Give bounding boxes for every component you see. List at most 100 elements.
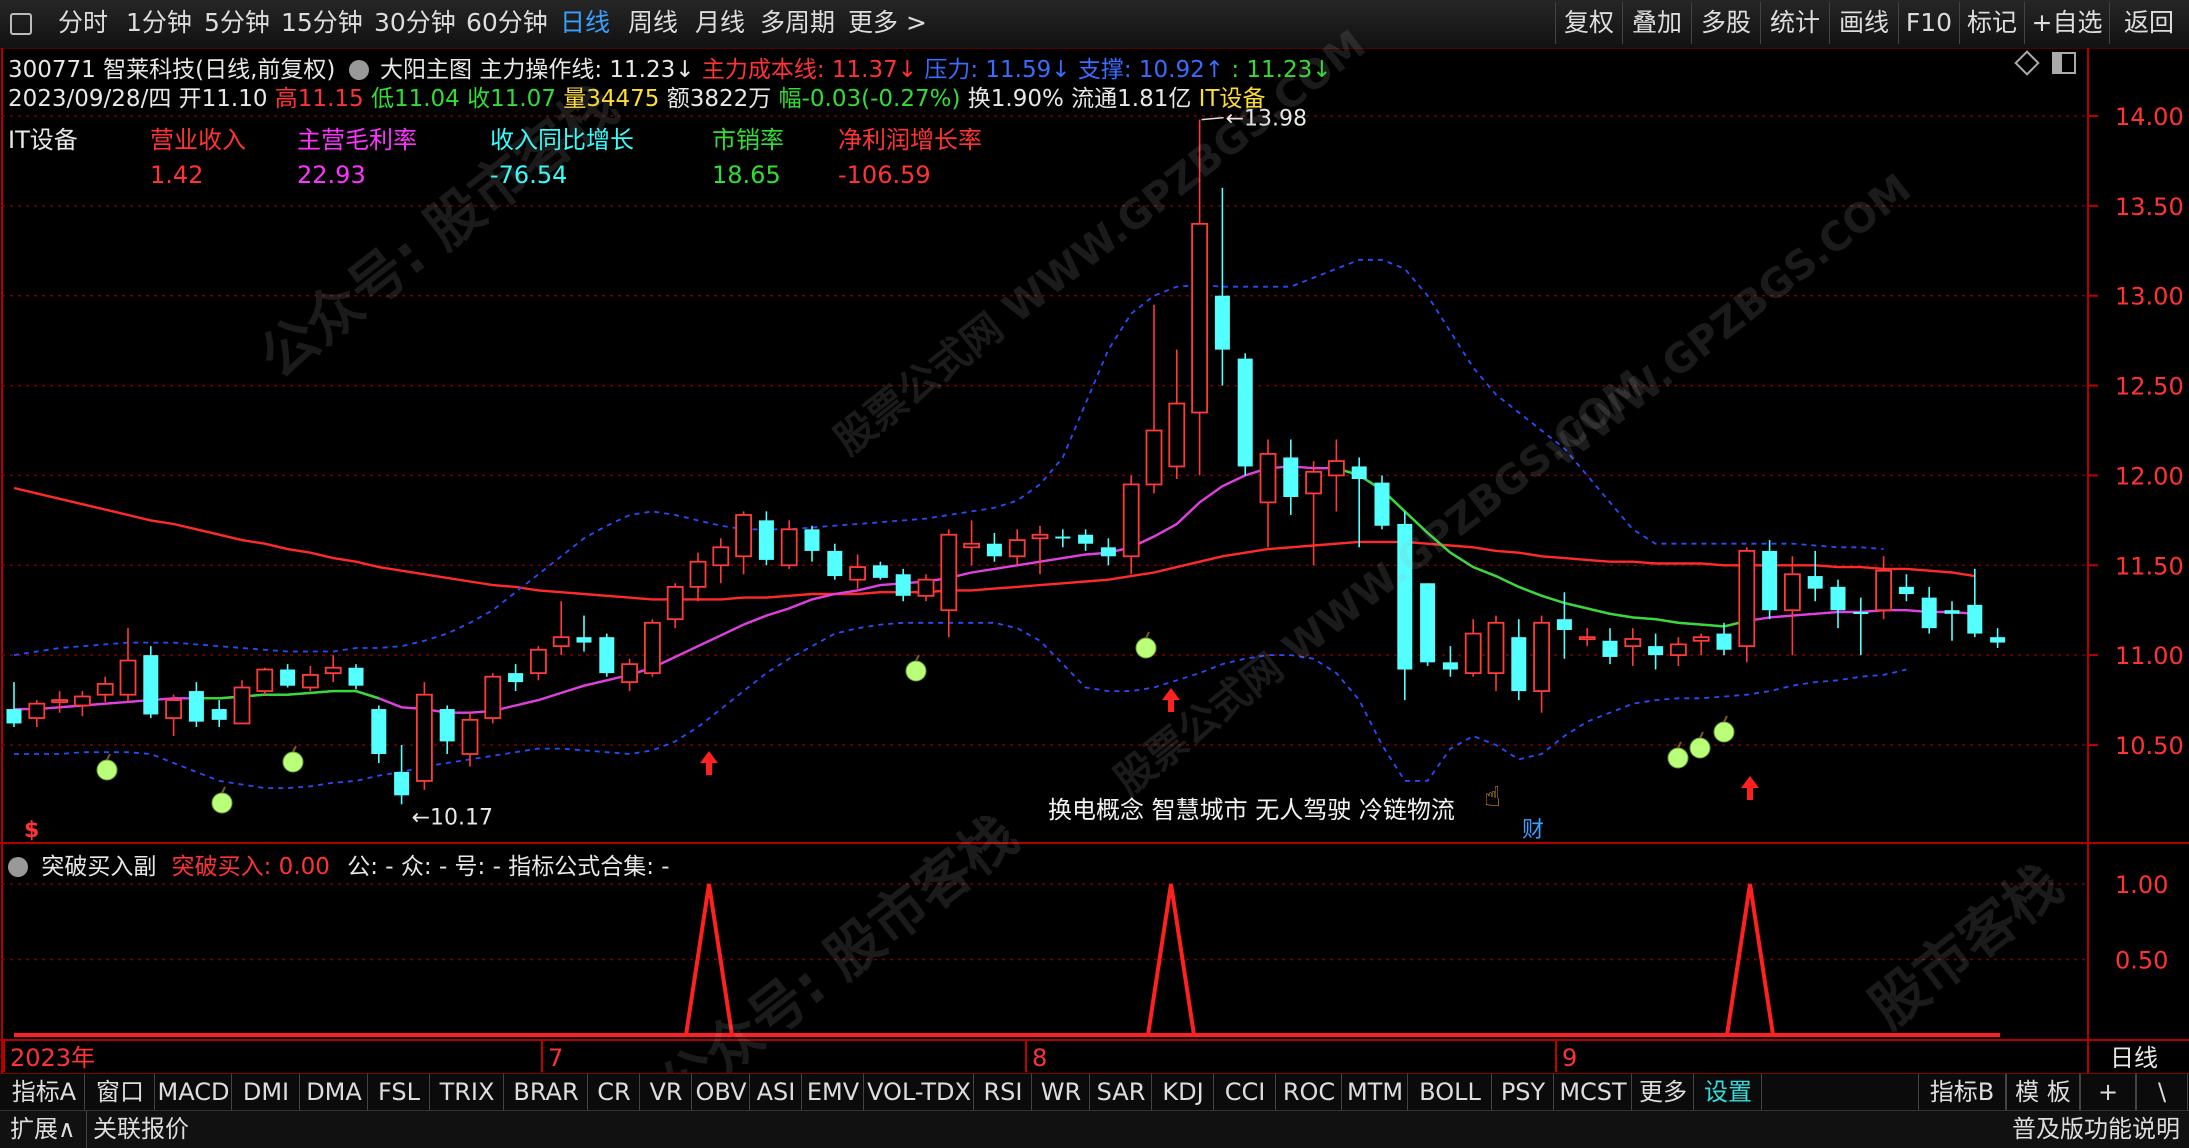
apple-icon	[1689, 731, 1711, 759]
indicator-tab[interactable]: KDJ	[1153, 1074, 1214, 1110]
indicator-tab[interactable]: TRIX	[431, 1074, 504, 1110]
time-tick-label: 7	[548, 1044, 563, 1072]
candle-body	[51, 699, 68, 703]
low-price-label: ←10.17	[412, 805, 493, 830]
candle-body	[917, 578, 935, 597]
candle-body	[1944, 610, 1960, 614]
indicator-tab[interactable]: FSL	[369, 1074, 430, 1110]
hand-cursor-icon: ☝	[1484, 780, 1502, 813]
indicator-tab[interactable]: EMV	[803, 1074, 864, 1110]
candle-body	[1145, 429, 1163, 486]
right-panel-tab[interactable]: +	[2080, 1074, 2136, 1110]
apple-stem	[1699, 731, 1704, 739]
candle-body	[439, 709, 455, 742]
indicator-tab[interactable]: ROC	[1277, 1074, 1342, 1110]
candle-body	[1967, 604, 1983, 634]
dollar-marker[interactable]: $	[24, 818, 39, 843]
right-panel-tab[interactable]: \	[2136, 1074, 2188, 1110]
related-quote-button[interactable]: 关联报价	[86, 1111, 189, 1148]
candle-body	[552, 636, 570, 648]
right-panel-tab[interactable]: 指标B	[1918, 1074, 2006, 1110]
candle-body	[1762, 550, 1778, 611]
indicator-tab[interactable]: BOLL	[1409, 1074, 1492, 1110]
time-tick-label: 8	[1032, 1044, 1047, 1072]
apple-body	[1713, 721, 1735, 743]
indicator-tab[interactable]: VOL-TDX	[865, 1074, 974, 1110]
indicator-tab[interactable]: 指标A	[4, 1074, 85, 1110]
candle-body	[1214, 295, 1230, 350]
apple-stem	[1723, 715, 1728, 723]
indicator-tab[interactable]: ASI	[751, 1074, 802, 1110]
candle-body	[1078, 534, 1094, 544]
candle-body	[1351, 466, 1367, 480]
candle-body	[1055, 536, 1071, 539]
indicator-tab[interactable]: DMI	[233, 1074, 300, 1110]
apple-stem	[106, 753, 111, 761]
candle-body	[119, 659, 137, 696]
candle-body	[1283, 457, 1299, 497]
candle-body	[872, 565, 888, 578]
candle-body	[1374, 482, 1390, 526]
indicator-tab[interactable]: 更多	[1633, 1074, 1694, 1110]
apple-body	[282, 751, 304, 773]
candle-body	[1624, 638, 1642, 648]
candle-body	[1898, 586, 1914, 595]
apple-body	[211, 792, 233, 814]
indicator-tab[interactable]: CCI	[1215, 1074, 1276, 1110]
candle-body	[280, 669, 296, 686]
candle-body	[324, 666, 342, 675]
candle-body	[1191, 222, 1208, 414]
buy-arrow-icon	[700, 751, 718, 775]
price-tick-label: 13.00	[2115, 283, 2184, 311]
candle-body	[1237, 358, 1253, 467]
version-info-link[interactable]: 普及版功能说明	[2012, 1111, 2180, 1148]
indicator-tab[interactable]: MACD	[156, 1074, 232, 1110]
candle-body	[963, 542, 980, 549]
candle-body	[415, 693, 433, 782]
price-tick-label: 10.50	[2115, 732, 2184, 760]
candle-body	[1328, 460, 1345, 477]
candle-body	[1648, 646, 1664, 656]
candle-body	[530, 648, 547, 675]
candle-body	[735, 514, 752, 558]
candle-body	[1008, 539, 1026, 558]
candle-body	[804, 529, 820, 551]
candle-body	[849, 566, 866, 581]
kline-chart[interactable]: ←13.98←10.17 14.0013.5013.0012.5012.0011…	[0, 0, 2189, 1073]
finance-badge[interactable]: 财	[1522, 812, 1544, 844]
candle-body	[301, 674, 319, 689]
indicator-tab[interactable]: VR	[641, 1074, 692, 1110]
expand-button[interactable]: 扩展∧	[10, 1111, 76, 1148]
candle-body	[1716, 633, 1732, 650]
indicator-tab[interactable]: RSI	[975, 1074, 1032, 1110]
candle-body	[371, 709, 387, 754]
indicator-tab[interactable]: CR	[589, 1074, 640, 1110]
sub-indicator-icon[interactable]	[8, 857, 28, 877]
indicator-tab[interactable]: DMA	[301, 1074, 368, 1110]
indicator-tab[interactable]: SAR	[1091, 1074, 1152, 1110]
indicator-tab[interactable]: 窗口	[86, 1074, 155, 1110]
candle-body	[211, 709, 227, 720]
candle-body	[1692, 636, 1710, 642]
indicator-tab[interactable]: MTM	[1343, 1074, 1408, 1110]
indicator-tab[interactable]: WR	[1033, 1074, 1090, 1110]
indicator-tab[interactable]: PSY	[1493, 1074, 1554, 1110]
apple-body	[1667, 747, 1689, 769]
sub-tick-label: 1.00	[2115, 871, 2168, 899]
apple-icon	[905, 654, 927, 682]
candle-body	[599, 637, 615, 674]
indicator-tab[interactable]: 设置	[1695, 1074, 1762, 1110]
candle-body	[1830, 586, 1846, 611]
apple-stem	[221, 786, 226, 794]
candle-body	[143, 655, 159, 715]
candle-body	[621, 663, 638, 684]
indicator-tab[interactable]: MCST	[1555, 1074, 1632, 1110]
candle-body	[1031, 533, 1049, 540]
indicator-tab[interactable]: OBV	[693, 1074, 750, 1110]
candle-body	[461, 718, 479, 755]
apple-icon	[1713, 715, 1735, 743]
right-panel-tab[interactable]: 模 板	[2006, 1074, 2080, 1110]
apple-body	[905, 660, 927, 682]
indicator-tab[interactable]: BRAR	[505, 1074, 588, 1110]
sub-indicator-name[interactable]: 突破买入副	[41, 854, 156, 880]
